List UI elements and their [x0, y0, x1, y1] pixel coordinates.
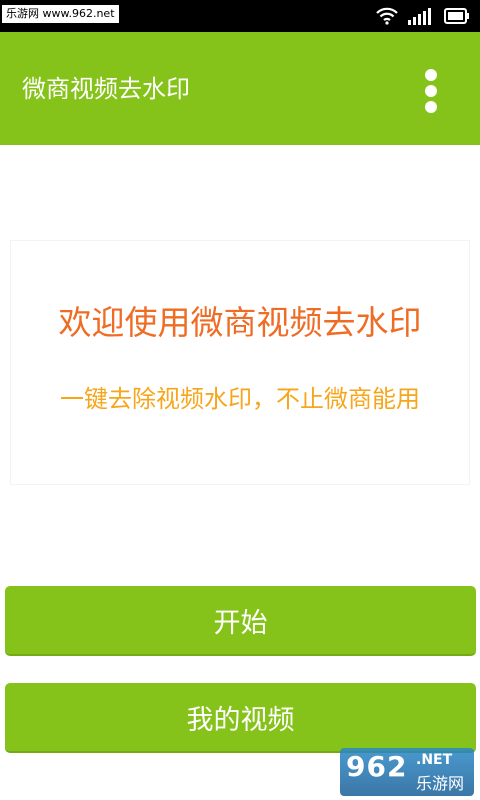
- site-watermark: 962 .NET 乐游网: [340, 748, 474, 796]
- start-button[interactable]: 开始: [5, 586, 476, 656]
- app-screen: 乐游网 www.962.net 微商视频去水印 欢迎使用微商视频去水印 一键去除…: [0, 0, 480, 800]
- banner-title: 欢迎使用微商视频去水印: [58, 303, 422, 342]
- welcome-banner: 欢迎使用微商视频去水印 一键去除视频水印，不止微商能用: [10, 240, 470, 485]
- signal-icon: [408, 7, 434, 25]
- watermark-number: 962: [346, 750, 408, 783]
- status-icons: [376, 6, 470, 26]
- watermark-site: 乐游网: [416, 774, 465, 793]
- app-bar: 微商视频去水印: [0, 32, 480, 145]
- app-title: 微商视频去水印: [22, 75, 190, 103]
- menu-dot: [425, 85, 437, 97]
- menu-dot: [425, 69, 437, 81]
- battery-icon: [444, 8, 470, 24]
- my-videos-button[interactable]: 我的视频: [5, 683, 476, 753]
- overflow-menu-icon[interactable]: [412, 64, 450, 114]
- wifi-icon: [376, 7, 398, 25]
- watermark-domain: .NET: [416, 752, 453, 768]
- banner-subtitle: 一键去除视频水印，不止微商能用: [60, 385, 420, 413]
- status-bar: 乐游网 www.962.net: [0, 0, 480, 32]
- menu-dot: [425, 101, 437, 113]
- site-label: 乐游网 www.962.net: [2, 5, 119, 23]
